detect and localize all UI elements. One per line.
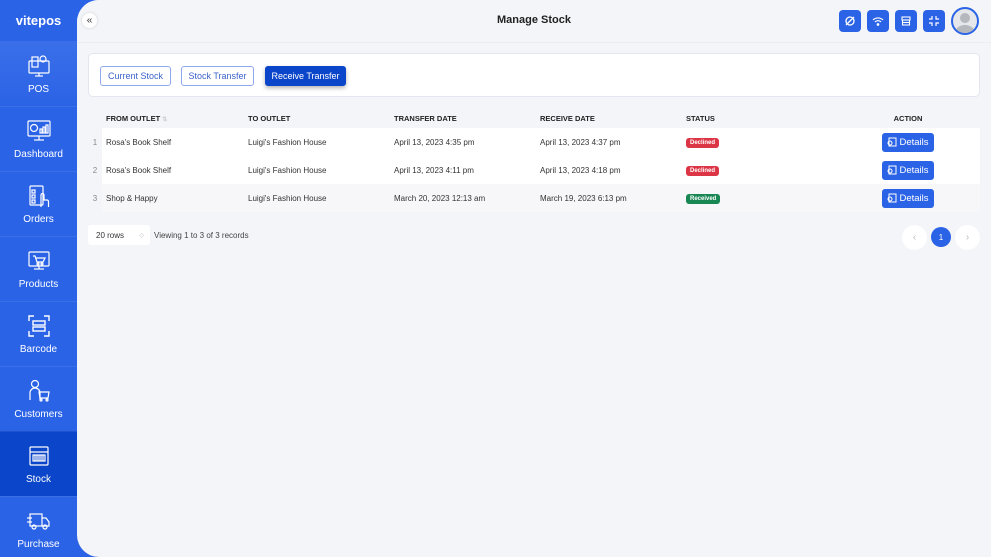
- barcode-scan-icon: [27, 315, 50, 337]
- fullscreen-exit-button[interactable]: [923, 10, 945, 32]
- orders-clipboard-icon: [28, 185, 49, 207]
- column-header-receive-date: RECEIVE DATE: [540, 108, 686, 128]
- store-icon: [901, 16, 911, 26]
- status-badge: Declined: [686, 137, 720, 148]
- receive-date-cell: March 19, 2023 6:13 pm: [540, 184, 686, 212]
- status-cell: Declined: [686, 128, 836, 156]
- tab-current-stock[interactable]: Current Stock: [100, 66, 171, 86]
- table-header-row: FROM OUTLET ⇅ TO OUTLET TRANSFER DATE RE…: [88, 108, 980, 128]
- fullscreen-exit-icon: [929, 16, 939, 26]
- sidebar-item-products[interactable]: Products: [0, 236, 77, 301]
- details-icon: [887, 193, 897, 203]
- table-row: 1 Rosa's Book Shelf Luigi's Fashion Hous…: [88, 128, 980, 156]
- to-outlet-cell: Luigi's Fashion House: [248, 156, 394, 184]
- from-outlet-cell: Rosa's Book Shelf: [102, 156, 248, 184]
- details-button[interactable]: Details: [882, 188, 934, 208]
- customers-cart-icon: [28, 379, 50, 402]
- sidebar-item-customers[interactable]: Customers: [0, 366, 77, 431]
- column-header-status: STATUS: [686, 108, 836, 128]
- status-badge: Received: [686, 193, 721, 204]
- user-avatar-icon: [955, 13, 975, 33]
- tab-stock-transfer[interactable]: Stock Transfer: [181, 66, 254, 86]
- sidebar-item-label: Dashboard: [14, 149, 63, 160]
- sidebar-item-label: Barcode: [19, 344, 58, 355]
- transfer-date-cell: April 13, 2023 4:35 pm: [394, 128, 540, 156]
- to-outlet-cell: Luigi's Fashion House: [248, 128, 394, 156]
- from-outlet-cell: Rosa's Book Shelf: [102, 128, 248, 156]
- sidebar-item-label: Purchase: [17, 539, 60, 550]
- prev-page-button[interactable]: ‹: [902, 225, 927, 250]
- transfer-date-cell: April 13, 2023 4:11 pm: [394, 156, 540, 184]
- details-icon: [887, 165, 897, 175]
- user-avatar[interactable]: [951, 7, 979, 35]
- sidebar-item-label: Customers: [14, 409, 63, 420]
- row-number: 3: [88, 184, 102, 212]
- status-badge: Declined: [686, 165, 720, 176]
- top-header: « Manage Stock: [77, 0, 991, 43]
- sidebar-item-dashboard[interactable]: Dashboard: [0, 106, 77, 171]
- details-button[interactable]: Details: [882, 132, 934, 152]
- details-icon: [887, 137, 897, 147]
- status-cell: Declined: [686, 156, 836, 184]
- row-number-header: [88, 108, 102, 128]
- action-cell: Details: [836, 128, 980, 156]
- sidebar-item-pos[interactable]: POS: [0, 41, 77, 106]
- details-button[interactable]: Details: [882, 160, 934, 180]
- stock-box-icon: [28, 446, 49, 466]
- table-row: 3 Shop & Happy Luigi's Fashion House Mar…: [88, 184, 980, 212]
- rows-per-page-value: 20 rows: [96, 230, 125, 240]
- column-header-to-outlet: TO OUTLET: [248, 108, 394, 128]
- tab-receive-transfer[interactable]: Receive Transfer: [265, 66, 346, 86]
- sidebar-item-label: Orders: [23, 214, 54, 225]
- sidebar-item-label: POS: [27, 84, 50, 95]
- receive-date-cell: April 13, 2023 4:37 pm: [540, 128, 686, 156]
- sidebar-item-orders[interactable]: Orders: [0, 171, 77, 236]
- sync-icon: [845, 16, 855, 26]
- to-outlet-cell: Luigi's Fashion House: [248, 184, 394, 212]
- table-footer: 20 rows ◇ Viewing 1 to 3 of 3 records ‹ …: [88, 225, 980, 250]
- sort-icon[interactable]: ⇅: [162, 117, 167, 123]
- details-label: Details: [899, 164, 929, 176]
- transfer-table: FROM OUTLET ⇅ TO OUTLET TRANSFER DATE RE…: [88, 108, 980, 212]
- wifi-icon: [872, 17, 884, 26]
- store-button[interactable]: [895, 10, 917, 32]
- column-header-transfer-date: TRANSFER DATE: [394, 108, 540, 128]
- wifi-button[interactable]: [867, 10, 889, 32]
- pagination: ‹ 1 ›: [898, 225, 980, 250]
- column-header-action: ACTION: [836, 108, 980, 128]
- receive-date-cell: April 13, 2023 4:18 pm: [540, 156, 686, 184]
- select-arrows-icon: ◇: [139, 232, 144, 239]
- products-cart-icon: [27, 251, 50, 270]
- transfer-date-cell: March 20, 2023 12:13 am: [394, 184, 540, 212]
- purchase-truck-icon: [26, 513, 50, 530]
- page-1-button[interactable]: 1: [931, 227, 951, 247]
- sidebar-item-purchase[interactable]: Purchase: [0, 496, 77, 557]
- sidebar-item-label: Products: [18, 279, 59, 290]
- records-info: Viewing 1 to 3 of 3 records: [154, 231, 249, 240]
- next-page-button[interactable]: ›: [955, 225, 980, 250]
- details-label: Details: [899, 192, 929, 204]
- action-cell: Details: [836, 156, 980, 184]
- header-actions: [833, 7, 979, 35]
- from-outlet-cell: Shop & Happy: [102, 184, 248, 212]
- row-number: 1: [88, 128, 102, 156]
- main-content: « Manage Stock Current Stock Stock Trans…: [77, 0, 991, 557]
- pos-terminal-icon: [27, 55, 50, 77]
- stock-tabs: Current Stock Stock Transfer Receive Tra…: [88, 53, 980, 97]
- dashboard-monitor-icon: [26, 120, 51, 141]
- column-header-from-outlet[interactable]: FROM OUTLET ⇅: [102, 108, 248, 128]
- details-label: Details: [899, 136, 929, 148]
- status-cell: Received: [686, 184, 836, 212]
- sidebar-item-label: Stock: [25, 474, 51, 485]
- sidebar-item-barcode[interactable]: Barcode: [0, 301, 77, 366]
- app-logo[interactable]: vitepos: [0, 0, 77, 41]
- row-number: 2: [88, 156, 102, 184]
- column-label: FROM OUTLET: [106, 113, 161, 123]
- rows-per-page-select[interactable]: 20 rows ◇: [88, 225, 150, 245]
- sidebar: vitepos POS Dashboard Orders Products Ba…: [0, 0, 77, 557]
- table-row: 2 Rosa's Book Shelf Luigi's Fashion Hous…: [88, 156, 980, 184]
- sync-button[interactable]: [839, 10, 861, 32]
- sidebar-item-stock[interactable]: Stock: [0, 431, 77, 496]
- action-cell: Details: [836, 184, 980, 212]
